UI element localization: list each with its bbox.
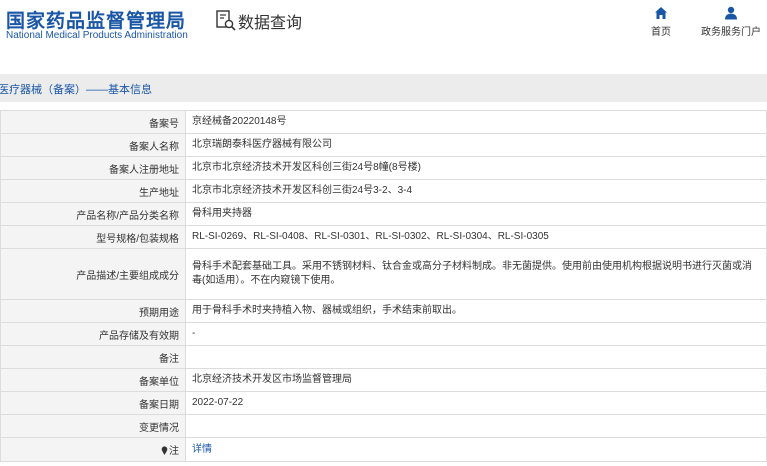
table-row: 预期用途 用于骨科手术时夹持植入物、器械或组织，手术结束前取出。 (0, 299, 767, 323)
field-value: 北京市北京经济技术开发区科创三街24号8幢(8号楼) (185, 156, 767, 180)
field-value: 北京经济技术开发区市场监督管理局 (185, 368, 767, 392)
nav-home-label: 首页 (651, 27, 671, 38)
field-key: 预期用途 (0, 299, 186, 323)
logo-title-en: National Medical Products Administration (6, 30, 188, 41)
user-icon (725, 6, 737, 20)
table-row: 注 详情 (0, 437, 767, 462)
field-key: 型号规格/包装规格 (0, 225, 186, 249)
table-row: 备案单位 北京经济技术开发区市场监督管理局 (0, 368, 767, 392)
table-row: 备案人名称 北京瑞朗泰科医疗器械有限公司 (0, 133, 767, 157)
field-key: 变更情况 (0, 414, 186, 438)
table-row: 产品存储及有效期 - (0, 322, 767, 346)
field-key: 备案单位 (0, 368, 186, 392)
field-value: 骨科手术配套基础工具。采用不锈钢材料、钛合金或高分子材料制成。非无菌提供。使用前… (185, 248, 767, 300)
field-value: 详情 (185, 437, 767, 462)
field-key: 备案人注册地址 (0, 156, 186, 180)
field-value: 京经械备20220148号 (185, 110, 767, 134)
table-row: 备案日期 2022-07-22 (0, 391, 767, 415)
table-row: 生产地址 北京市北京经济技术开发区科创三街24号3-2、3-4 (0, 179, 767, 203)
field-key: 生产地址 (0, 179, 186, 203)
table-row: 产品名称/产品分类名称 骨科用夹持器 (0, 202, 767, 226)
field-key: 备注 (0, 345, 186, 369)
data-query-label: 数据查询 (238, 15, 303, 32)
field-key: 备案人名称 (0, 133, 186, 157)
field-value (185, 345, 767, 369)
field-value: 用于骨科手术时夹持植入物、器械或组织，手术结束前取出。 (185, 299, 767, 323)
field-value: 北京瑞朗泰科医疗器械有限公司 (185, 133, 767, 157)
table-row: 备案人注册地址 北京市北京经济技术开发区科创三街24号8幢(8号楼) (0, 156, 767, 180)
nav-portal-label: 政务服务门户 (701, 27, 761, 38)
field-value: 北京市北京经济技术开发区科创三街24号3-2、3-4 (185, 179, 767, 203)
field-key: 产品描述/主要组成成分 (0, 248, 186, 300)
table-row: 备注 (0, 345, 767, 369)
section-header: 医疗器械（备案）——基本信息 (0, 74, 767, 102)
field-key: 备案日期 (0, 391, 186, 415)
section-title: 医疗器械（备案）——基本信息 (0, 84, 152, 96)
field-value: 骨科用夹持器 (185, 202, 767, 226)
home-icon (655, 7, 667, 19)
data-query-heading: 数据查询 (216, 10, 302, 32)
field-key: 备案号 (0, 110, 186, 134)
table-row: 型号规格/包装规格 RL-SI-0269、RL-SI-0408、RL-SI-03… (0, 225, 767, 249)
pin-icon (161, 446, 168, 455)
nav-service-portal[interactable]: 政务服务门户 (698, 6, 764, 38)
table-row: 备案号 京经械备20220148号 (0, 110, 767, 134)
field-value: 2022-07-22 (185, 391, 767, 415)
note-key-label: 注 (169, 446, 179, 457)
field-value: - (185, 322, 767, 346)
field-key: 产品名称/产品分类名称 (0, 202, 186, 226)
field-value (185, 414, 767, 438)
document-search-icon (216, 10, 236, 31)
field-key: 产品存储及有效期 (0, 322, 186, 346)
table-row: 变更情况 (0, 414, 767, 438)
field-value: RL-SI-0269、RL-SI-0408、RL-SI-0301、RL-SI-0… (185, 225, 767, 249)
logo-title-cn[interactable]: 国家药品监督管理局 (6, 6, 186, 33)
info-table: 备案号 京经械备20220148号 备案人名称 北京瑞朗泰科医疗器械有限公司 备… (0, 110, 767, 462)
field-key-note: 注 (0, 437, 186, 462)
nav-home[interactable]: 首页 (647, 6, 675, 38)
detail-link[interactable]: 详情 (192, 444, 212, 455)
site-header: 国家药品监督管理局 National Medical Products Admi… (0, 0, 767, 62)
table-row: 产品描述/主要组成成分 骨科手术配套基础工具。采用不锈钢材料、钛合金或高分子材料… (0, 248, 767, 300)
